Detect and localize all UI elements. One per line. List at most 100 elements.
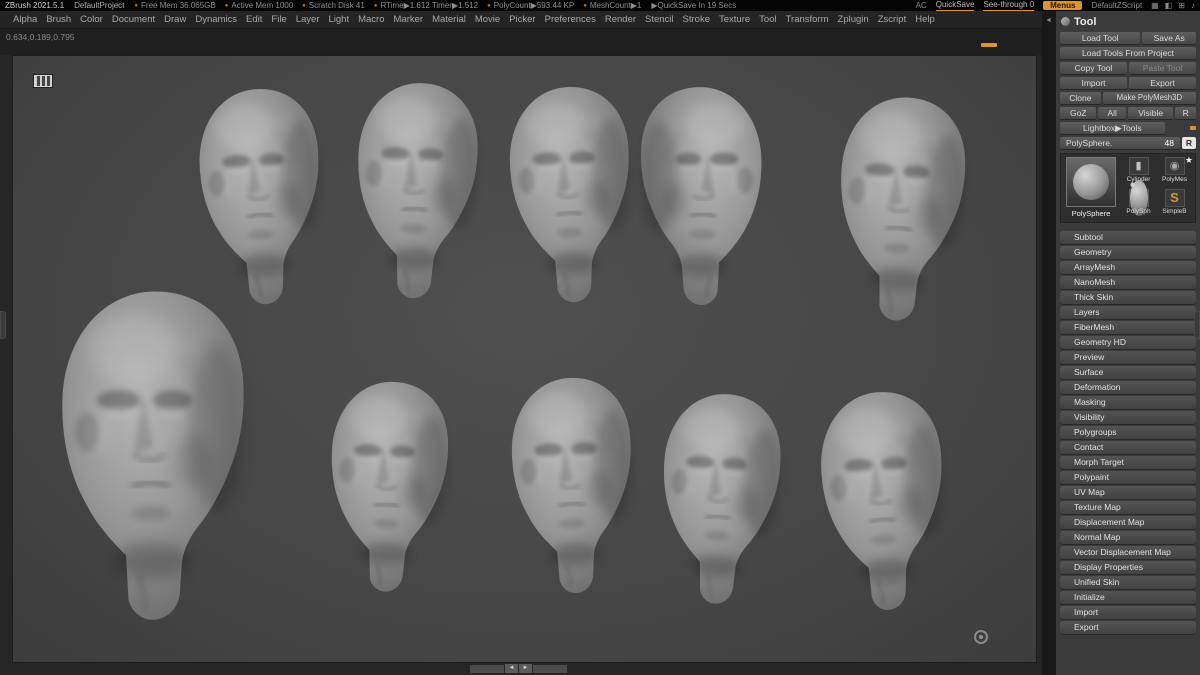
load-tools-from-project-button[interactable]: Load Tools From Project (1060, 46, 1196, 59)
menu-item[interactable]: Zplugin (838, 14, 869, 25)
menu-item[interactable]: Picker (509, 14, 535, 25)
selected-tool-preview (1066, 157, 1116, 207)
menu-item[interactable]: Tool (759, 14, 776, 25)
subpalette-row[interactable]: Displacement Map (1060, 516, 1196, 529)
menu-item[interactable]: Texture (719, 14, 750, 25)
current-tool-button[interactable]: PolySphere. 48 (1060, 136, 1180, 149)
subpalette-row[interactable]: Normal Map (1060, 531, 1196, 544)
scrollbar-track[interactable] (470, 664, 504, 673)
menu-item[interactable]: Document (112, 14, 155, 25)
right-tray-handle[interactable] (1194, 311, 1200, 339)
selected-tool-thumbnail[interactable]: PolySphere (1064, 157, 1118, 219)
subpalette-row[interactable]: Thick Skin (1060, 291, 1196, 304)
status-dot-icon: ● (487, 2, 491, 9)
paste-tool-button[interactable]: Paste Tool (1129, 61, 1196, 74)
recent-tool-label: PolyMes (1162, 176, 1187, 183)
subpalette-row[interactable]: Masking (1060, 396, 1196, 409)
subpalette-row[interactable]: FiberMesh (1060, 321, 1196, 334)
menu-item[interactable]: Stencil (645, 14, 674, 25)
goz-all-button[interactable]: All (1098, 106, 1126, 119)
menu-item[interactable]: Color (80, 14, 103, 25)
subpalette-row[interactable]: Contact (1060, 441, 1196, 454)
titlebar-icon[interactable]: ♪ (1191, 1, 1195, 10)
menu-item[interactable]: Macro (358, 14, 384, 25)
default-zscript-button[interactable]: DefaultZScript (1091, 1, 1142, 10)
subpalette-row[interactable]: Morph Target (1060, 456, 1196, 469)
menu-item[interactable]: Stroke (683, 14, 710, 25)
recent-tool-thumbnail[interactable]: S SimpleB (1157, 188, 1192, 220)
subpalette-row[interactable]: ArrayMesh (1060, 261, 1196, 274)
titlebar-icon[interactable]: ▦ (1151, 1, 1159, 10)
menu-item[interactable]: Edit (246, 14, 262, 25)
subpalette-row[interactable]: Layers (1060, 306, 1196, 319)
menu-item[interactable]: Material (432, 14, 466, 25)
left-tray-handle[interactable] (0, 311, 6, 339)
subpalette-row[interactable]: Surface (1060, 366, 1196, 379)
see-through-control[interactable]: See-through 0 (983, 0, 1035, 11)
menu-item[interactable]: Marker (394, 14, 424, 25)
menu-item[interactable]: Layer (296, 14, 320, 25)
subpalette-row[interactable]: UV Map (1060, 486, 1196, 499)
goz-r-button[interactable]: R (1175, 106, 1196, 119)
subpalette-row[interactable]: Import (1060, 606, 1196, 619)
menu-item[interactable]: Brush (46, 14, 71, 25)
film-strip-icon[interactable] (34, 75, 52, 87)
subpalette-row[interactable]: Export (1060, 621, 1196, 634)
menus-button[interactable]: Menus (1043, 1, 1083, 10)
titlebar-icons: ▦ ◧ ⊞ ♪ (1151, 1, 1195, 10)
panel-divider[interactable]: ◄ (1042, 11, 1056, 675)
sculpted-head (641, 87, 761, 305)
collapse-panel-icon[interactable]: ◄ (1045, 17, 1052, 24)
subpalette-row[interactable]: Display Properties (1060, 561, 1196, 574)
scroll-left-button[interactable]: ◄ (505, 664, 518, 673)
menu-item[interactable]: Preferences (545, 14, 596, 25)
subpalette-row[interactable]: Polypaint (1060, 471, 1196, 484)
canvas-horizontal-scrollbar[interactable]: ◄ ► (470, 664, 567, 673)
import-button[interactable]: Import (1060, 76, 1127, 89)
menu-item[interactable]: Movie (475, 14, 500, 25)
scrollbar-track[interactable] (533, 664, 567, 673)
titlebar-icon[interactable]: ◧ (1165, 1, 1173, 10)
subpalette-row[interactable]: Unified Skin (1060, 576, 1196, 589)
subpalette-row[interactable]: Subtool (1060, 231, 1196, 244)
menu-item[interactable]: Zscript (878, 14, 907, 25)
clone-button[interactable]: Clone (1060, 91, 1101, 104)
scroll-right-button[interactable]: ► (519, 664, 532, 673)
menu-item[interactable]: Help (915, 14, 935, 25)
menu-item[interactable]: Draw (164, 14, 186, 25)
subpalette-row[interactable]: Polygroups (1060, 426, 1196, 439)
subpalette-row[interactable]: Texture Map (1060, 501, 1196, 514)
quicksave-button[interactable]: QuickSave (935, 0, 975, 11)
subpalette-row[interactable]: Geometry (1060, 246, 1196, 259)
subpalette-row[interactable]: NanoMesh (1060, 276, 1196, 289)
lightbox-tools-button[interactable]: Lightbox▶Tools (1060, 121, 1165, 134)
menu-item[interactable]: Transform (786, 14, 829, 25)
tool-r-button[interactable]: R (1182, 136, 1196, 149)
subpalette-row[interactable]: Preview (1060, 351, 1196, 364)
export-button[interactable]: Export (1129, 76, 1196, 89)
titlebar-icon[interactable]: ⊞ (1178, 1, 1185, 10)
subpalette-row[interactable]: Geometry HD (1060, 336, 1196, 349)
subpalette-row[interactable]: Vector Displacement Map (1060, 546, 1196, 559)
save-as-button[interactable]: Save As (1142, 31, 1196, 44)
sculpt-canvas[interactable] (12, 55, 1037, 663)
status-stat: ● Active Mem 1000 (225, 1, 293, 10)
menu-item[interactable]: Render (605, 14, 636, 25)
canvas-scroll-indicator[interactable] (981, 43, 997, 47)
favorite-star-icon[interactable]: ★ (1185, 155, 1193, 166)
gyro-target-icon[interactable] (974, 630, 988, 644)
subpalette-row[interactable]: Deformation (1060, 381, 1196, 394)
make-polymesh3d-button[interactable]: Make PolyMesh3D (1102, 91, 1196, 104)
recent-tool-thumbnail[interactable]: ● PolySph (1121, 179, 1156, 220)
menu-item[interactable]: Light (328, 14, 349, 25)
subpalette-row[interactable]: Visibility (1060, 411, 1196, 424)
load-tool-button[interactable]: Load Tool (1060, 31, 1141, 44)
subpalette-row[interactable]: Initialize (1060, 591, 1196, 604)
copy-tool-button[interactable]: Copy Tool (1060, 61, 1127, 74)
menu-item[interactable]: File (271, 14, 286, 25)
goz-button[interactable]: GoZ (1060, 106, 1097, 119)
menu-item[interactable]: Dynamics (195, 14, 237, 25)
menu-item[interactable]: Alpha (13, 14, 37, 25)
goz-visible-button[interactable]: Visible (1127, 106, 1174, 119)
status-stat-text: PolyCount▶593.44 KP (493, 1, 575, 10)
